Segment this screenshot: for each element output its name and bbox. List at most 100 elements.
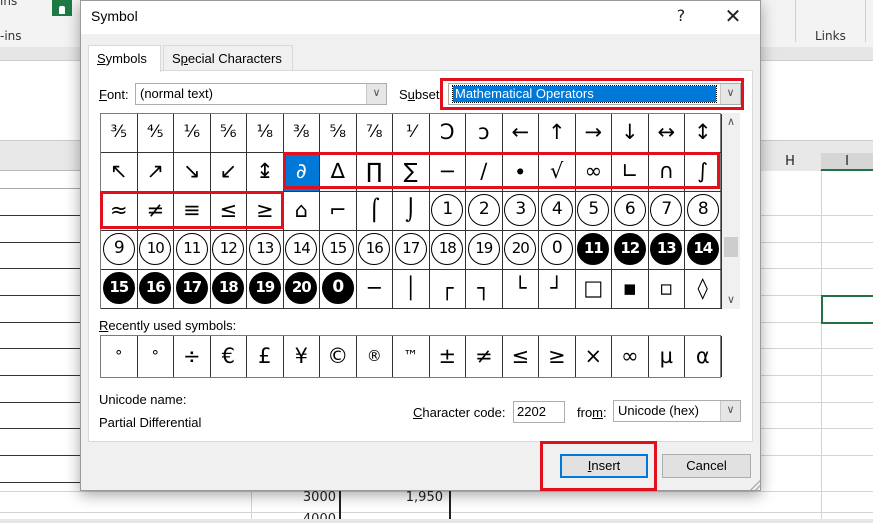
symbol-cell[interactable]: 0 <box>320 270 357 309</box>
symbol-cell[interactable]: ⌂ <box>283 192 320 231</box>
recent-symbol-cell[interactable]: ≥ <box>539 336 576 377</box>
symbol-cell[interactable]: √ <box>539 153 576 192</box>
symbol-cell[interactable]: 18 <box>210 270 247 309</box>
recent-symbol-cell[interactable]: ∞ <box>612 336 649 377</box>
symbol-cell[interactable]: 4 <box>539 192 576 231</box>
symbol-cell[interactable]: ↄ <box>466 114 503 153</box>
recent-symbol-cell[interactable]: µ <box>649 336 685 377</box>
symbol-cell[interactable]: 6 <box>612 192 649 231</box>
symbol-cell[interactable]: ↘ <box>174 153 211 192</box>
column-header-h[interactable]: H <box>760 153 820 171</box>
symbol-cell[interactable]: ⌡ <box>393 192 430 231</box>
symbol-cell[interactable]: 14 <box>283 231 320 270</box>
symbol-cell[interactable]: ↨ <box>247 153 284 192</box>
cell-value[interactable]: 3000 <box>260 490 336 505</box>
tab-symbols[interactable]: Symbols <box>88 45 161 72</box>
symbol-cell[interactable]: ⌠ <box>356 192 393 231</box>
chevron-down-icon[interactable]: ∨ <box>720 84 740 104</box>
symbol-cell[interactable]: 20 <box>502 231 539 270</box>
insert-button[interactable]: Insert <box>560 454 648 478</box>
resize-grip-icon[interactable] <box>750 480 760 490</box>
symbol-cell[interactable]: 1 <box>429 192 466 231</box>
close-button[interactable]: ✕ <box>721 4 745 28</box>
cell-value[interactable]: 1,950 <box>345 490 443 505</box>
symbol-cell[interactable]: ▫ <box>648 270 685 309</box>
symbol-cell[interactable]: ⌐ <box>320 192 357 231</box>
symbol-cell[interactable]: ∏ <box>356 153 393 192</box>
symbol-cell[interactable]: ⅟ <box>393 114 430 153</box>
symbol-cell[interactable]: 15 <box>101 270 138 309</box>
symbol-cell[interactable]: 8 <box>685 192 722 231</box>
symbol-cell[interactable]: 5 <box>575 192 612 231</box>
symbol-cell[interactable]: ◊ <box>685 270 722 309</box>
symbol-cell[interactable]: ↗ <box>137 153 174 192</box>
scroll-down-icon[interactable]: ∨ <box>722 291 740 309</box>
symbol-cell[interactable]: ≠ <box>137 192 174 231</box>
symbol-cell[interactable]: 0 <box>539 231 576 270</box>
symbol-cell[interactable]: □ <box>575 270 612 309</box>
font-select[interactable]: (normal text) ∨ <box>135 83 387 105</box>
symbol-cell[interactable]: 12 <box>210 231 247 270</box>
symbol-cell[interactable]: ↙ <box>210 153 247 192</box>
symbol-cell[interactable]: ┌ <box>429 270 466 309</box>
symbol-cell[interactable]: 16 <box>137 270 174 309</box>
addin-store-icon[interactable] <box>52 0 72 16</box>
symbol-cell[interactable]: 9 <box>101 231 138 270</box>
symbol-cell[interactable]: → <box>575 114 612 153</box>
symbol-cell[interactable]: ∞ <box>575 153 612 192</box>
tab-special-characters[interactable]: Special Characters <box>163 45 293 71</box>
symbol-cell[interactable]: ⅙ <box>174 114 211 153</box>
symbol-cell[interactable]: 3 <box>502 192 539 231</box>
symbol-cell[interactable]: 11 <box>575 231 612 270</box>
scroll-up-icon[interactable]: ∧ <box>722 113 740 131</box>
symbol-cell[interactable]: 20 <box>283 270 320 309</box>
symbol-cell[interactable]: 19 <box>247 270 284 309</box>
symbol-cell[interactable]: 12 <box>612 231 649 270</box>
recent-symbol-cell[interactable]: © <box>320 336 357 377</box>
scrollbar-thumb[interactable] <box>724 237 738 257</box>
symbol-cell[interactable]: 11 <box>174 231 211 270</box>
symbol-cell[interactable]: 7 <box>648 192 685 231</box>
recent-symbol-cell[interactable]: ™ <box>393 336 430 377</box>
symbol-cell[interactable]: ∙ <box>502 153 539 192</box>
symbol-cell[interactable]: ⅝ <box>320 114 357 153</box>
recent-symbol-cell[interactable]: ≤ <box>503 336 539 377</box>
dialog-titlebar[interactable] <box>81 1 760 34</box>
symbol-cell[interactable]: 10 <box>137 231 174 270</box>
cancel-button[interactable]: Cancel <box>662 454 751 478</box>
symbol-cell[interactable]: 13 <box>648 231 685 270</box>
symbol-cell[interactable]: ⅚ <box>210 114 247 153</box>
recent-symbol-cell[interactable]: ° <box>101 336 138 377</box>
recent-symbol-cell[interactable]: ® <box>357 336 393 377</box>
symbol-cell[interactable]: │ <box>393 270 430 309</box>
symbol-cell[interactable]: 2 <box>466 192 503 231</box>
symbol-cell[interactable]: ≥ <box>247 192 284 231</box>
chevron-down-icon[interactable]: ∨ <box>366 84 386 104</box>
active-cell-selection[interactable] <box>821 295 873 324</box>
symbol-cell[interactable]: ┘ <box>539 270 576 309</box>
help-button[interactable]: ? <box>671 4 691 28</box>
symbol-cell[interactable]: 17 <box>174 270 211 309</box>
symbol-cell[interactable]: Ↄ <box>429 114 466 153</box>
symbol-cell[interactable]: ∆ <box>320 153 357 192</box>
symbol-cell[interactable]: ∑ <box>393 153 430 192</box>
symbol-cell[interactable]: ∫ <box>685 153 722 192</box>
recent-symbol-cell[interactable]: α <box>685 336 722 377</box>
recent-symbol-cell[interactable]: ≠ <box>466 336 503 377</box>
symbol-cell[interactable]: ↓ <box>612 114 649 153</box>
column-header-i[interactable]: I <box>821 153 873 171</box>
symbol-cell[interactable]: ≈ <box>101 192 138 231</box>
symbol-cell[interactable]: 18 <box>429 231 466 270</box>
recent-symbol-cell[interactable]: £ <box>247 336 284 377</box>
symbol-cell[interactable]: ↖ <box>101 153 138 192</box>
symbol-cell[interactable]: ┐ <box>466 270 503 309</box>
symbol-cell[interactable]: ↔ <box>648 114 685 153</box>
recent-symbol-cell[interactable]: ÷ <box>174 336 211 377</box>
symbol-cell[interactable]: ≤ <box>210 192 247 231</box>
symbol-cell[interactable]: ∕ <box>466 153 503 192</box>
symbol-cell[interactable]: ▪ <box>612 270 649 309</box>
symbol-cell[interactable]: 15 <box>320 231 357 270</box>
symbol-grid-scrollbar[interactable]: ∧ ∨ <box>722 113 740 309</box>
symbol-cell[interactable]: ← <box>502 114 539 153</box>
symbol-cell[interactable]: ⅗ <box>101 114 138 153</box>
